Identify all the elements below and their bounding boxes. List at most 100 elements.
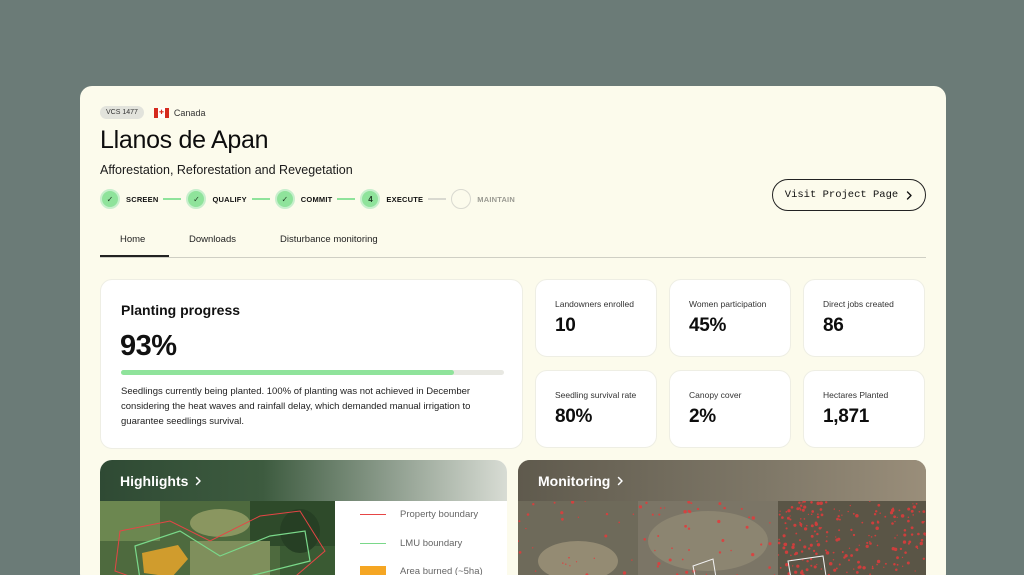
stat-card-jobs: Direct jobs created 86 [803,279,925,357]
step-label: COMMIT [300,194,333,204]
stat-label: Hectares Planted [823,390,889,400]
stat-label: Seedling survival rate [555,390,637,400]
tab-downloads[interactable]: Downloads [189,234,236,245]
chevron-right-icon [618,476,624,485]
disturbance-point [721,539,725,542]
disturbance-point [525,527,527,530]
step-connector [251,198,270,200]
disturbance-point [816,501,820,506]
disturbance-point [799,523,803,526]
disturbance-point [800,525,803,528]
disturbance-point [631,559,633,561]
disturbance-point [532,547,534,549]
disturbance-point [810,534,814,538]
disturbance-point [798,539,802,542]
disturbance-point [875,510,878,513]
disturbance-point [593,557,596,560]
vcs-badge: VCS 1477 [100,106,144,119]
disturbance-point [685,570,689,574]
visit-project-page-button[interactable]: Visit Project Page [772,179,926,211]
disturbance-point [786,516,790,520]
disturbance-point [832,559,835,561]
disturbance-point [813,565,817,569]
legend-item-lmu: LMU boundary [360,538,462,549]
disturbance-point [876,544,879,547]
disturbance-point [740,507,743,510]
disturbance-point [783,542,787,546]
disturbance-point [696,507,700,511]
disturbance-point [924,534,926,537]
disturbance-point [798,501,801,504]
disturbance-point [816,515,820,519]
chevron-right-icon [907,190,912,200]
disturbance-point [813,530,816,533]
stat-card-hectares: Hectares Planted 1,871 [803,370,925,448]
disturbance-point [814,522,818,526]
disturbance-point [865,544,869,549]
disturbance-point [910,509,914,513]
disturbance-point [907,519,910,523]
disturbance-point [718,551,722,554]
disturbance-point [912,505,916,509]
stat-label: Landowners enrolled [555,299,634,309]
monitoring-header[interactable]: Monitoring [518,460,926,501]
disturbance-point [801,502,803,504]
disturbance-point [849,504,851,507]
disturbance-point [801,508,805,512]
disturbance-point [723,506,726,510]
monitoring-card[interactable]: Monitoring [518,460,926,575]
disturbance-point [809,543,813,547]
disturbance-point [794,570,798,574]
disturbance-point [855,513,859,518]
disturbance-point [782,546,786,550]
disturbance-point [919,541,923,546]
disturbance-point [518,551,522,554]
disturbance-point [900,514,905,518]
disturbance-point [787,509,791,513]
stat-value: 45% [689,315,727,336]
disturbance-point [651,513,654,516]
monitoring-title: Monitoring [538,472,611,489]
tab-home[interactable]: Home [100,234,169,257]
disturbance-point [915,502,918,505]
disturbance-point [877,503,881,507]
highlights-satellite-map[interactable] [100,501,335,575]
disturbance-point [819,501,823,505]
monitoring-satellite-map[interactable] [518,501,926,575]
disturbance-point [553,501,556,504]
disturbance-point [820,513,824,517]
disturbance-point [876,559,881,564]
disturbance-point [862,566,866,570]
project-meta: VCS 1477 ✚ Canada [100,106,205,119]
disturbance-point [899,547,903,551]
disturbance-point [838,563,841,566]
tab-disturbance-monitoring[interactable]: Disturbance monitoring [280,234,378,245]
disturbance-point [777,541,781,545]
disturbance-point [575,561,578,563]
disturbance-point [622,571,627,575]
disturbance-point [852,512,855,515]
disturbance-point [560,511,564,515]
disturbance-point [778,513,781,516]
disturbance-point [848,547,851,549]
disturbance-point [816,540,818,542]
disturbance-point [815,552,818,556]
disturbance-point [847,559,851,562]
disturbance-point [896,534,898,536]
disturbance-point [866,541,869,544]
disturbance-point [657,535,660,537]
disturbance-point [902,565,904,567]
disturbance-point [816,543,821,547]
disturbance-point [918,510,921,513]
disturbance-point [687,527,691,530]
disturbance-point [896,516,898,519]
highlights-card[interactable]: Highlights Property boundary LMU boundar… [100,460,507,575]
highlights-header[interactable]: Highlights [100,460,507,501]
disturbance-point [561,517,564,521]
disturbance-point [792,565,794,567]
disturbance-point [871,565,874,568]
disturbance-point [803,518,806,520]
disturbance-point [896,556,899,560]
disturbance-point [903,533,907,537]
disturbance-point [806,559,809,563]
